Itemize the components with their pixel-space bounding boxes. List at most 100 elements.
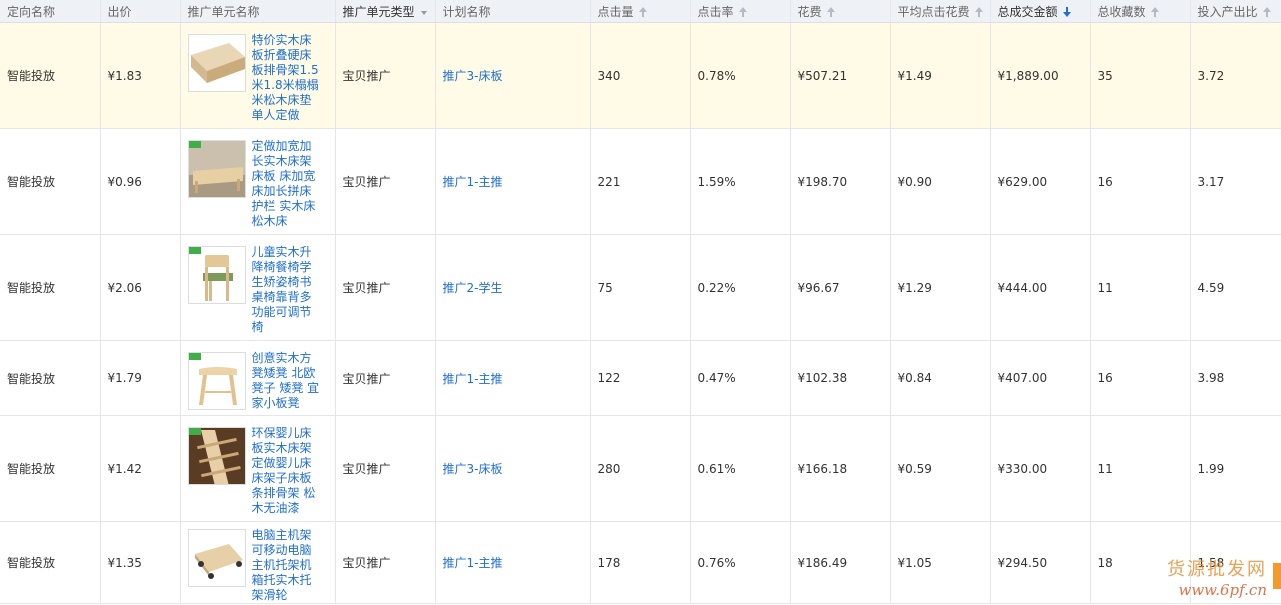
unit-title-link[interactable]: 环保婴儿床板实木床架定做婴儿床床架子床板条排骨架 松木无油漆: [252, 426, 320, 516]
cell-favs: 11: [1090, 415, 1191, 522]
cell-gmv: ¥444.00: [990, 234, 1091, 341]
sort-up-icon[interactable]: [638, 6, 648, 18]
cell-cost: ¥166.18: [790, 415, 891, 522]
sort-down-active-icon[interactable]: [1062, 6, 1072, 18]
cell-plan: 推广3-床板: [435, 415, 591, 522]
col-unit-name[interactable]: 推广单元名称: [180, 0, 336, 23]
cell-bid: ¥1.79: [100, 340, 181, 416]
col-clicks[interactable]: 点击量: [590, 0, 691, 23]
cell-unit-type: 宝贝推广: [335, 521, 436, 604]
cell-ctr: 0.76%: [690, 521, 791, 604]
cell-target: 智能投放: [0, 521, 101, 604]
cell-plan: 推广2-学生: [435, 234, 591, 341]
cell-target: 智能投放: [0, 128, 101, 235]
cell-ctr: 0.61%: [690, 415, 791, 522]
cell-plan: 推广1-主推: [435, 521, 591, 604]
watermark-line1: 货源批发网: [1167, 559, 1267, 580]
product-thumbnail-slats[interactable]: [187, 427, 246, 485]
cell-cpc: ¥0.59: [890, 415, 991, 522]
sort-up-icon[interactable]: [826, 6, 836, 18]
cell-cost: ¥96.67: [790, 234, 891, 341]
product-thumbnail-pc-stand[interactable]: [187, 528, 246, 587]
col-cost[interactable]: 花费: [790, 0, 891, 23]
cell-gmv: ¥407.00: [990, 340, 1091, 416]
table-row: 智能投放 ¥1.42 环保婴儿床板实木床架定做婴儿床床架子床板条排骨架 松木无油…: [0, 415, 1281, 522]
product-thumbnail-bed-frame[interactable]: [187, 140, 246, 198]
unit-title-link[interactable]: 特价实木床板折叠硬床板排骨架1.5米1.8米榻榻米松木床垫单人定做: [252, 33, 320, 123]
plan-link[interactable]: 推广1-主推: [443, 372, 503, 386]
table-row: 智能投放 ¥0.96 定做加宽加长实木床架床板 床加宽床加长拼床护栏 实木床松木…: [0, 128, 1281, 235]
cell-roi: 4.59: [1190, 234, 1281, 341]
product-thumbnail-bed-board[interactable]: [187, 34, 246, 92]
plan-link[interactable]: 推广1-主推: [443, 175, 503, 189]
feedback-tab[interactable]: [1273, 563, 1281, 589]
unit-title-link[interactable]: 创意实木方凳矮凳 北欧凳子 矮凳 宜家小板凳: [252, 351, 320, 411]
cell-clicks: 280: [590, 415, 691, 522]
plan-link[interactable]: 推广3-床板: [443, 462, 503, 476]
sort-up-icon[interactable]: [974, 6, 984, 18]
cell-cpc: ¥0.90: [890, 128, 991, 235]
cell-bid: ¥2.06: [100, 234, 181, 341]
col-favs[interactable]: 总收藏数: [1090, 0, 1191, 23]
sort-up-icon[interactable]: [1150, 6, 1160, 18]
cell-ctr: 0.22%: [690, 234, 791, 341]
cell-cpc: ¥1.05: [890, 521, 991, 604]
col-bid[interactable]: 出价: [100, 0, 181, 23]
watermark-line2: www.6pf.cn: [1178, 581, 1268, 599]
cell-cost: ¥102.38: [790, 340, 891, 416]
col-unit-type[interactable]: 推广单元类型: [335, 0, 436, 23]
product-thumbnail-stool[interactable]: [187, 351, 246, 410]
cell-clicks: 178: [590, 521, 691, 604]
cell-unit: 定做加宽加长实木床架床板 床加宽床加长拼床护栏 实木床松木床: [180, 128, 336, 235]
col-gmv[interactable]: 总成交金额: [990, 0, 1091, 23]
table-row: 智能投放 ¥1.83 特价实木床板折叠硬床板排骨架1.5米1.8米榻榻米松木床垫…: [0, 22, 1281, 129]
cell-gmv: ¥330.00: [990, 415, 1091, 522]
cell-cpc: ¥1.49: [890, 22, 991, 129]
plan-link[interactable]: 推广2-学生: [443, 281, 503, 295]
cell-gmv: ¥294.50: [990, 521, 1091, 604]
cell-roi: 3.98: [1190, 340, 1281, 416]
cell-plan: 推广3-床板: [435, 22, 591, 129]
plan-link[interactable]: 推广1-主推: [443, 556, 503, 570]
col-plan[interactable]: 计划名称: [435, 0, 591, 23]
cell-favs: 35: [1090, 22, 1191, 129]
cell-clicks: 221: [590, 128, 691, 235]
cell-clicks: 122: [590, 340, 691, 416]
cell-gmv: ¥1,889.00: [990, 22, 1091, 129]
cell-unit: 创意实木方凳矮凳 北欧凳子 矮凳 宜家小板凳: [180, 340, 336, 416]
cell-unit: 儿童实木升降椅餐椅学生矫姿椅书桌椅靠背多功能可调节椅: [180, 234, 336, 341]
unit-title-link[interactable]: 电脑主机架可移动电脑主机托架机箱托实木托架滑轮: [252, 528, 320, 603]
unit-title-link[interactable]: 定做加宽加长实木床架床板 床加宽床加长拼床护栏 实木床松木床: [252, 139, 320, 229]
cell-bid: ¥1.42: [100, 415, 181, 522]
cell-roi: 1.99: [1190, 415, 1281, 522]
col-target[interactable]: 定向名称: [0, 0, 101, 23]
cell-cpc: ¥1.29: [890, 234, 991, 341]
cell-unit-type: 宝贝推广: [335, 234, 436, 341]
product-thumbnail-chair[interactable]: [187, 246, 246, 304]
sort-up-icon[interactable]: [738, 6, 748, 18]
dropdown-caret-icon[interactable]: [419, 6, 429, 18]
col-ctr[interactable]: 点击率: [690, 0, 791, 23]
sort-up-icon[interactable]: [1262, 6, 1272, 18]
cell-unit-type: 宝贝推广: [335, 128, 436, 235]
plan-link[interactable]: 推广3-床板: [443, 69, 503, 83]
cell-target: 智能投放: [0, 415, 101, 522]
cell-favs: 16: [1090, 128, 1191, 235]
cell-bid: ¥1.83: [100, 22, 181, 129]
table-row: 智能投放 ¥1.79 创意实木方凳矮凳 北欧凳子 矮凳 宜家小板凳 宝贝推广 推…: [0, 340, 1281, 416]
col-roi[interactable]: 投入产出比: [1190, 0, 1281, 23]
cell-unit-type: 宝贝推广: [335, 340, 436, 416]
cell-target: 智能投放: [0, 340, 101, 416]
cell-clicks: 340: [590, 22, 691, 129]
col-cpc[interactable]: 平均点击花费: [890, 0, 991, 23]
unit-title-link[interactable]: 儿童实木升降椅餐椅学生矫姿椅书桌椅靠背多功能可调节椅: [252, 245, 320, 335]
cell-cost: ¥198.70: [790, 128, 891, 235]
cell-gmv: ¥629.00: [990, 128, 1091, 235]
cell-cpc: ¥0.84: [890, 340, 991, 416]
cell-unit: 特价实木床板折叠硬床板排骨架1.5米1.8米榻榻米松木床垫单人定做: [180, 22, 336, 129]
cell-ctr: 1.59%: [690, 128, 791, 235]
cell-bid: ¥0.96: [100, 128, 181, 235]
cell-unit-type: 宝贝推广: [335, 415, 436, 522]
cell-bid: ¥1.35: [100, 521, 181, 604]
table-row: 智能投放 ¥2.06 儿童实木升降椅餐椅学生矫姿椅书桌椅靠背多功能可调节椅 宝贝…: [0, 234, 1281, 341]
